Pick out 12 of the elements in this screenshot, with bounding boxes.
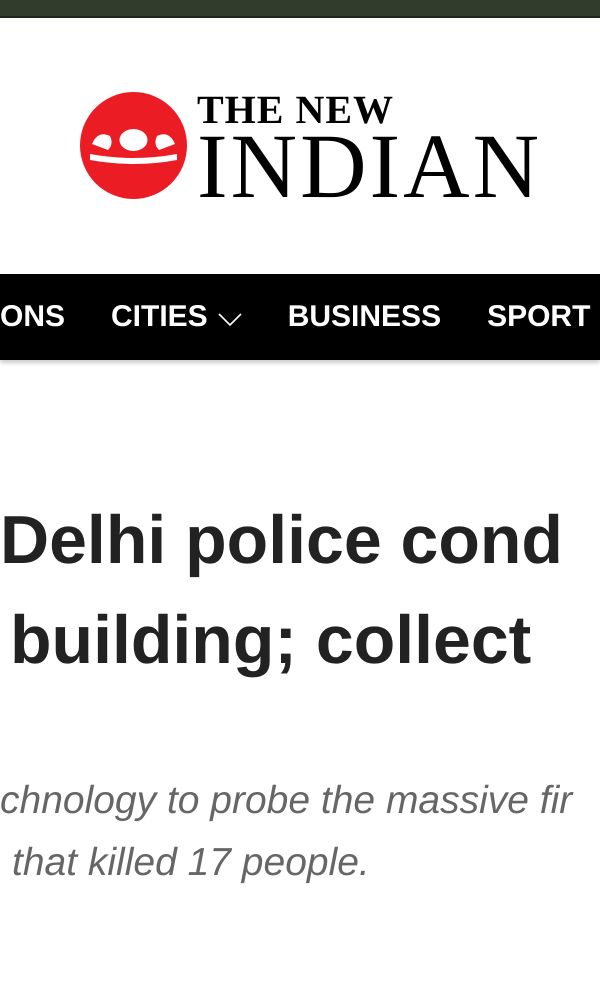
nav-link[interactable]: ONS [0,300,66,334]
logo-text: INDIAN [197,128,542,204]
nav-link[interactable]: CITIES [111,300,242,334]
nav-link[interactable]: BUSINESS [288,300,442,334]
emblem-logo-icon [80,92,187,199]
chevron-down-icon [218,313,242,327]
nav-link[interactable]: SPORT [487,300,590,334]
subtitle-text: chnology to probe the massive fir [0,778,574,824]
logo-text: THE NEW [197,92,396,128]
subtitle-text: that killed 17 people. [11,840,371,886]
headline-text: building; collect [9,601,532,680]
headline-text: Delhi police cond [0,501,564,580]
